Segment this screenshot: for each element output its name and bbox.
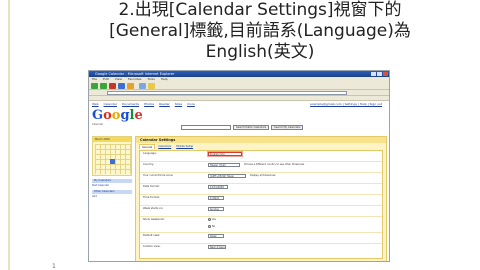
close-icon[interactable] bbox=[383, 72, 388, 76]
search-my-button[interactable]: Search My Calendars bbox=[271, 125, 304, 130]
settings-body: Language: English (US) Country: Taiwan (… bbox=[139, 150, 383, 259]
custom-view-label: Custom view: bbox=[143, 245, 161, 248]
weekends-yes-radio[interactable]: Yes bbox=[208, 218, 216, 221]
language-select[interactable]: English (US) bbox=[207, 151, 243, 157]
menu-edit[interactable]: Edit bbox=[103, 77, 109, 81]
minimize-icon[interactable] bbox=[371, 72, 376, 76]
title-line-2: [General]標籤,目前語系(Language)為 bbox=[109, 21, 411, 41]
address-input[interactable] bbox=[107, 91, 347, 95]
custom-view-select[interactable]: Next 4 Days bbox=[208, 245, 226, 249]
browser-toolbar bbox=[89, 82, 389, 90]
week-start-select[interactable]: Sunday bbox=[208, 207, 224, 211]
logo-subtitle: Calendar bbox=[92, 123, 104, 126]
refresh-icon[interactable] bbox=[118, 83, 125, 89]
date-format-select[interactable]: 12/31/2009 bbox=[208, 185, 228, 189]
other-calendars-header[interactable]: Other Calendars bbox=[92, 190, 132, 194]
mini-calendar: March 2009 bbox=[92, 136, 132, 176]
nav-documents[interactable]: Documents bbox=[122, 102, 139, 106]
setting-row-default-view: Default view: Week bbox=[140, 233, 382, 244]
forward-icon[interactable] bbox=[100, 83, 107, 89]
title-line-1: 2.出現[Calendar Settings]視窗下的 bbox=[118, 0, 402, 20]
default-view-select[interactable]: Week bbox=[208, 234, 224, 238]
timezone-select[interactable]: (GMT+08:00) Taipei bbox=[208, 174, 246, 178]
setting-row-week-start: Week starts on: Sunday bbox=[140, 206, 382, 217]
maximize-icon[interactable] bbox=[377, 72, 382, 76]
tab-calendars[interactable]: Calendars bbox=[156, 144, 173, 149]
nav-web[interactable]: Web bbox=[92, 102, 99, 106]
settings-tabs: General Calendars Mobile Setup bbox=[136, 144, 386, 149]
calendar-settings-panel: Calendar Settings General Calendars Mobi… bbox=[135, 136, 387, 261]
slide-number: 1 bbox=[52, 263, 56, 270]
week-start-label: Week starts on: bbox=[143, 207, 164, 210]
nav-reader[interactable]: Reader bbox=[159, 102, 170, 106]
tab-mobile-setup[interactable]: Mobile Setup bbox=[174, 144, 195, 149]
menu-view[interactable]: View bbox=[115, 77, 122, 81]
setting-row-show-weekends: Show weekends: Yes No bbox=[140, 217, 382, 233]
setting-row-time-format: Time format: 1:00pm bbox=[140, 195, 382, 206]
title-line-3: English(英文) bbox=[205, 42, 315, 62]
setting-row-country: Country: Taiwan (台灣) Choose a different … bbox=[140, 162, 382, 173]
setting-row-timezone: Your current time zone: (GMT+08:00) Taip… bbox=[140, 173, 382, 184]
time-format-label: Time format: bbox=[143, 196, 160, 199]
other-calendar-item[interactable]: Add bbox=[92, 195, 132, 198]
window-title: Google Calendar - Microsoft Internet Exp… bbox=[95, 72, 175, 76]
menu-tools[interactable]: Tools bbox=[147, 77, 154, 81]
google-logo[interactable]: Google bbox=[92, 109, 143, 123]
favorites-icon[interactable] bbox=[148, 83, 155, 89]
embedded-screenshot: Google Calendar - Microsoft Internet Exp… bbox=[88, 70, 390, 262]
sidebar: March 2009 My Calendars Test Calendar Ot… bbox=[92, 136, 132, 198]
default-view-label: Default view: bbox=[143, 234, 161, 237]
country-note[interactable]: Choose a different country to see other … bbox=[244, 163, 304, 166]
setting-row-date-format: Date format: 12/31/2009 bbox=[140, 184, 382, 195]
user-links[interactable]: example@gmail.com | Settings | Help | Si… bbox=[310, 102, 382, 107]
search-input[interactable] bbox=[181, 125, 231, 130]
search-icon[interactable] bbox=[139, 83, 146, 89]
setting-row-language: Language: English (US) bbox=[140, 151, 382, 162]
nav-more[interactable]: more bbox=[187, 102, 195, 106]
weekends-no-radio[interactable]: No bbox=[208, 225, 215, 228]
calendar-search: Search Public Calendars Search My Calend… bbox=[181, 125, 304, 130]
tab-general[interactable]: General bbox=[139, 144, 156, 149]
settings-header: Calendar Settings bbox=[136, 137, 386, 143]
date-format-label: Date format: bbox=[143, 185, 160, 188]
timezone-note[interactable]: Display all timezones bbox=[250, 174, 275, 177]
current-day-marker[interactable] bbox=[110, 159, 115, 164]
country-label: Country: bbox=[143, 163, 154, 166]
menu-favorites[interactable]: Favorites bbox=[128, 77, 142, 81]
google-nav: Web Calendar Documents Photos Reader Sit… bbox=[89, 102, 389, 107]
window-controls bbox=[371, 72, 388, 76]
menu-file[interactable]: File bbox=[92, 77, 97, 81]
time-format-select[interactable]: 1:00pm bbox=[208, 196, 224, 200]
slide-edge-decoration bbox=[8, 0, 10, 270]
my-calendar-item[interactable]: Test Calendar bbox=[92, 184, 132, 187]
stop-icon[interactable] bbox=[109, 83, 116, 89]
slide-title: 2.出現[Calendar Settings]視窗下的 [General]標籤,… bbox=[60, 0, 460, 63]
country-select[interactable]: Taiwan (台灣) bbox=[208, 163, 240, 167]
nav-photos[interactable]: Photos bbox=[144, 102, 154, 106]
home-icon[interactable] bbox=[127, 83, 134, 89]
setting-row-custom-view: Custom view: Next 4 Days bbox=[140, 244, 382, 255]
back-icon[interactable] bbox=[91, 83, 98, 89]
radio-icon bbox=[208, 225, 211, 228]
show-weekends-label: Show weekends: bbox=[143, 218, 165, 221]
timezone-label: Your current time zone: bbox=[143, 174, 174, 177]
links-bar bbox=[89, 96, 389, 101]
language-label: Language: bbox=[143, 152, 157, 155]
search-public-button[interactable]: Search Public Calendars bbox=[233, 125, 270, 130]
nav-calendar[interactable]: Calendar bbox=[104, 102, 118, 106]
mini-calendar-header: March 2009 bbox=[93, 137, 131, 142]
my-calendars-header[interactable]: My Calendars bbox=[92, 179, 132, 183]
radio-icon bbox=[208, 218, 211, 221]
menu-help[interactable]: Help bbox=[161, 77, 168, 81]
nav-sites[interactable]: Sites bbox=[175, 102, 182, 106]
